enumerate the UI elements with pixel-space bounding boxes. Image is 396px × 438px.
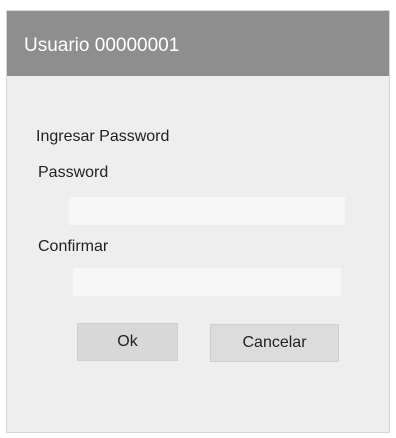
confirm-password-field[interactable] bbox=[73, 268, 341, 296]
cancel-button[interactable]: Cancelar bbox=[210, 324, 339, 362]
confirm-label: Confirmar bbox=[38, 238, 109, 255]
dialog-titlebar: Usuario 00000001 bbox=[7, 11, 389, 76]
ok-button[interactable]: Ok bbox=[77, 323, 178, 361]
password-field[interactable] bbox=[69, 197, 345, 225]
password-label: Password bbox=[38, 164, 109, 181]
form-heading: Ingresar Password bbox=[36, 128, 170, 145]
dialog-title: Usuario 00000001 bbox=[24, 35, 180, 56]
password-dialog: Usuario 00000001 Ingresar Password Passw… bbox=[6, 10, 390, 433]
